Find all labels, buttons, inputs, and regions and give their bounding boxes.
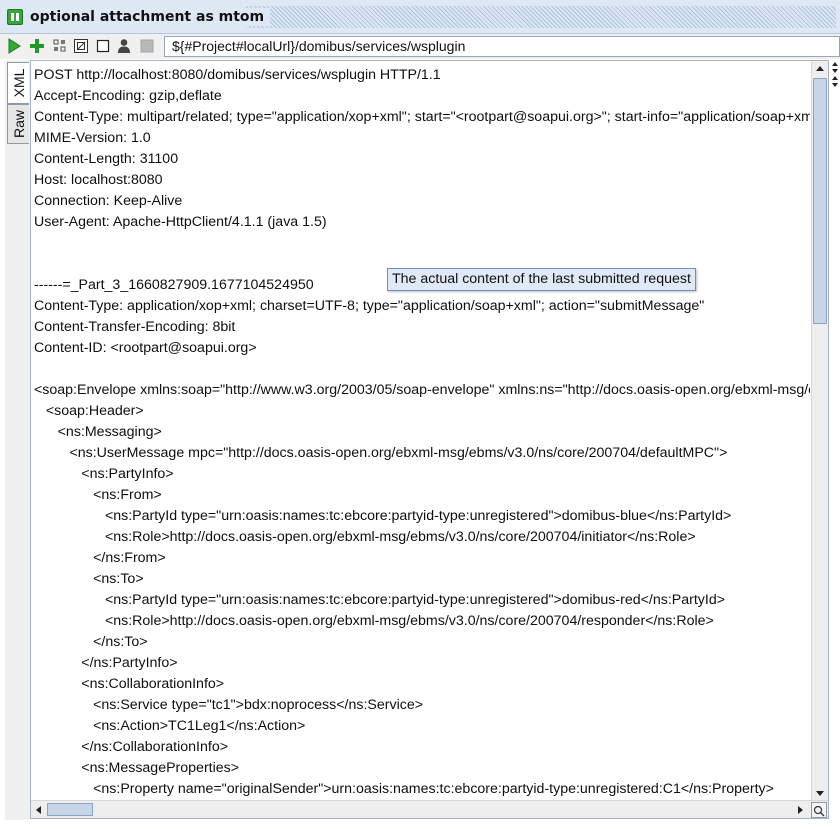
editor-view-tabs: XML Raw (5, 60, 30, 820)
code-line: POST http://localhost:8080/domibus/servi… (34, 67, 441, 83)
code-line: Accept-Encoding: gzip,deflate (34, 88, 222, 104)
code-line: </ns:PartyInfo> (34, 655, 178, 671)
title-bar: optional attachment as mtom (0, 0, 840, 34)
window-icon (96, 39, 110, 53)
code-line: <ns:Messaging> (34, 424, 162, 440)
authorization-button[interactable] (115, 37, 133, 55)
code-line: Content-ID: <rootpart@soapui.org> (34, 340, 257, 356)
code-line: <soap:Envelope xmlns:soap="http://www.w3… (34, 382, 810, 398)
code-line: Host: localhost:8080 (34, 172, 163, 188)
raw-request-text[interactable]: POST http://localhost:8080/domibus/servi… (34, 65, 810, 800)
endpoint-url-field[interactable]: ${#Project#localUrl}/domibus/services/ws… (164, 36, 840, 57)
code-line: <ns:To> (34, 571, 144, 587)
vertical-scroll-thumb[interactable] (813, 78, 827, 324)
create-empty-request-button[interactable] (51, 37, 69, 55)
code-line: <soap:Header> (34, 403, 144, 419)
magnifier-icon[interactable] (811, 802, 827, 818)
scroll-down-arrow-icon[interactable] (812, 785, 828, 801)
vertical-scrollbar[interactable] (811, 61, 828, 801)
code-line: Content-Type: multipart/related; type="a… (34, 109, 810, 125)
clone-request-button[interactable] (72, 37, 90, 55)
play-icon (8, 38, 21, 54)
code-line: </ns:To> (34, 634, 148, 650)
code-line: <ns:PartyId type="urn:oasis:names:tc:ebc… (34, 592, 726, 608)
code-line: Connection: Keep-Alive (34, 193, 183, 209)
code-line: <ns:PartyId type="urn:oasis:names:tc:ebc… (34, 508, 732, 524)
code-line: <ns:Service type="tc1">bdx:noprocess</ns… (34, 697, 423, 713)
code-line: <ns:Action>TC1Leg1</ns:Action> (34, 718, 306, 734)
stop-icon (140, 39, 154, 53)
stop-request-button[interactable] (138, 37, 156, 55)
empty-request-icon (53, 39, 66, 52)
add-to-testcase-button[interactable] (28, 37, 46, 55)
code-line: <ns:UserMessage mpc="http://docs.oasis-o… (34, 445, 728, 461)
code-line: <ns:From> (34, 487, 162, 503)
window-title: optional attachment as mtom (30, 8, 271, 26)
request-toolbar: ${#Project#localUrl}/domibus/services/ws… (0, 34, 840, 59)
title-bar-drag-area[interactable] (246, 6, 836, 28)
code-line: <ns:CollaborationInfo> (34, 676, 225, 692)
code-line: Content-Transfer-Encoding: 8bit (34, 319, 236, 335)
tab-xml[interactable]: XML (7, 62, 29, 104)
scroll-left-arrow-icon[interactable] (31, 802, 47, 818)
code-line: MIME-Version: 1.0 (34, 130, 151, 146)
clone-icon (74, 39, 88, 53)
horizontal-scroll-thumb[interactable] (47, 803, 93, 816)
plus-icon (30, 39, 44, 53)
code-line: <ns:MessageProperties> (34, 760, 240, 776)
submit-request-button[interactable] (5, 37, 23, 55)
raw-request-editor[interactable]: POST http://localhost:8080/domibus/servi… (30, 60, 829, 819)
scroll-right-arrow-icon[interactable] (792, 802, 808, 818)
request-content-tooltip: The actual content of the last submitted… (387, 268, 696, 291)
code-line: User-Agent: Apache-HttpClient/4.1.1 (jav… (34, 214, 327, 230)
user-icon (118, 39, 130, 53)
tab-raw-label: Raw (10, 109, 27, 139)
code-line: </ns:CollaborationInfo> (34, 739, 229, 755)
soapui-request-icon (7, 9, 23, 25)
code-line: Content-Length: 31100 (34, 151, 179, 167)
toggle-window-button[interactable] (94, 37, 112, 55)
tab-raw[interactable]: Raw (7, 104, 29, 144)
tab-xml-label: XML (10, 68, 27, 98)
horizontal-scrollbar[interactable] (31, 800, 828, 818)
code-line: <ns:Role>http://docs.oasis-open.org/ebxm… (34, 529, 696, 545)
code-line: <ns:Role>http://docs.oasis-open.org/ebxm… (34, 613, 714, 629)
outer-scroll-arrows[interactable] (830, 60, 840, 90)
outer-scroll-arrows-icon (832, 62, 838, 87)
code-line: Content-Type: application/xop+xml; chars… (34, 298, 705, 314)
code-line: <ns:Property name="originalSender">urn:o… (34, 781, 774, 797)
scroll-up-arrow-icon[interactable] (812, 61, 828, 77)
code-line: <ns:PartyInfo> (34, 466, 174, 482)
code-line: </ns:From> (34, 550, 166, 566)
